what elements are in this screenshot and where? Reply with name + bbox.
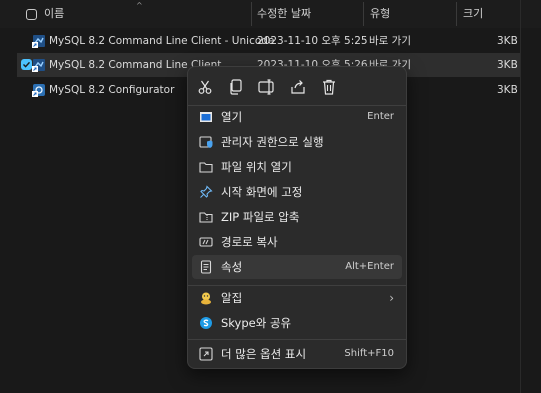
copy-icon: [230, 79, 242, 95]
menu-item-run-as-admin[interactable]: 관리자 권한으로 실행: [192, 130, 402, 154]
menu-item-label: 더 많은 옵션 표시: [221, 347, 307, 361]
column-divider[interactable]: [456, 2, 457, 26]
delete-icon: [323, 79, 335, 95]
menu-item-label: 속성: [221, 260, 243, 274]
menu-item-compress-zip[interactable]: ZIP 파일로 압축: [192, 205, 402, 229]
context-menu: 열기 Enter 관리자 권한으로 실행 파일 위치 열기 시작 화면에 고정 …: [187, 66, 407, 369]
menu-item-label: 시작 화면에 고정: [221, 185, 303, 199]
file-type: 바로 가기: [369, 35, 411, 47]
sort-up-icon: ^: [136, 1, 143, 10]
menu-item-label: 파일 위치 열기: [221, 160, 292, 174]
cut-button[interactable]: [193, 75, 217, 99]
menu-item-open[interactable]: 열기 Enter: [192, 105, 402, 129]
menu-item-label: 관리자 권한으로 실행: [221, 135, 324, 149]
menu-item-label: ZIP 파일로 압축: [221, 210, 300, 224]
mysql-configurator-icon: [32, 84, 45, 97]
pin-icon: [200, 185, 213, 198]
menu-item-pin-to-start[interactable]: 시작 화면에 고정: [192, 180, 402, 204]
menu-item-label: 열기: [221, 110, 243, 124]
copy-button[interactable]: [224, 75, 248, 99]
file-size: 3KB: [497, 84, 518, 96]
rename-button[interactable]: [255, 75, 279, 99]
menu-item-shortcut: Enter: [367, 111, 394, 122]
zip-icon: [199, 212, 213, 223]
properties-icon: [200, 260, 212, 274]
menu-item-label: 경로로 복사: [221, 235, 278, 249]
column-size-header[interactable]: 크기: [463, 0, 483, 28]
menu-item-share-skype[interactable]: Skype와 공유: [192, 311, 402, 335]
run-as-admin-icon: [199, 136, 213, 148]
chevron-right-icon: ›: [389, 291, 394, 305]
folder-icon: [199, 162, 213, 173]
menu-item-show-more-options[interactable]: 더 많은 옵션 표시 Shift+F10: [192, 342, 402, 366]
menu-item-label: Skype와 공유: [221, 316, 292, 330]
column-modified-header[interactable]: 수정한 날짜: [257, 0, 311, 28]
rename-icon: [258, 79, 274, 95]
file-modified: 2023-11-10 오후 5:25: [257, 35, 368, 47]
menu-item-copy-as-path[interactable]: 경로로 복사: [192, 230, 402, 254]
file-name: MySQL 8.2 Configurator: [49, 84, 175, 96]
select-all-checkbox[interactable]: [26, 9, 37, 20]
open-icon: [200, 112, 212, 122]
alzip-icon: [201, 292, 211, 305]
menu-item-shortcut: Shift+F10: [344, 348, 394, 359]
menu-item-properties[interactable]: 속성 Alt+Enter: [192, 255, 402, 279]
delete-button[interactable]: [317, 75, 341, 99]
file-size: 3KB: [497, 59, 518, 71]
menu-item-alzip[interactable]: 알집 ›: [192, 286, 402, 310]
menu-item-label: 알집: [221, 291, 243, 305]
menu-separator: [188, 339, 406, 340]
copy-path-icon: [199, 237, 213, 247]
more-options-icon: [199, 347, 213, 361]
column-divider[interactable]: [251, 2, 252, 26]
menu-item-shortcut: Alt+Enter: [345, 261, 394, 272]
column-header: ^ 이름 수정한 날짜 유형 크기: [0, 0, 541, 28]
scrollbar-track[interactable]: [520, 0, 521, 393]
column-divider[interactable]: [363, 2, 364, 26]
cut-icon: [198, 80, 212, 94]
share-button[interactable]: [286, 75, 310, 99]
mysql-shortcut-icon: [32, 35, 45, 48]
file-name: MySQL 8.2 Command Line Client - Unicode: [49, 35, 275, 47]
file-row[interactable]: MySQL 8.2 Command Line Client - Unicode …: [17, 29, 520, 53]
menu-item-open-file-location[interactable]: 파일 위치 열기: [192, 155, 402, 179]
share-icon: [291, 80, 305, 94]
skype-icon: [200, 317, 212, 329]
column-type-header[interactable]: 유형: [370, 0, 390, 28]
column-name-header[interactable]: 이름: [44, 0, 64, 28]
row-checkbox-checked[interactable]: [21, 59, 32, 70]
mysql-shortcut-icon: [32, 59, 45, 72]
file-size: 3KB: [497, 35, 518, 47]
